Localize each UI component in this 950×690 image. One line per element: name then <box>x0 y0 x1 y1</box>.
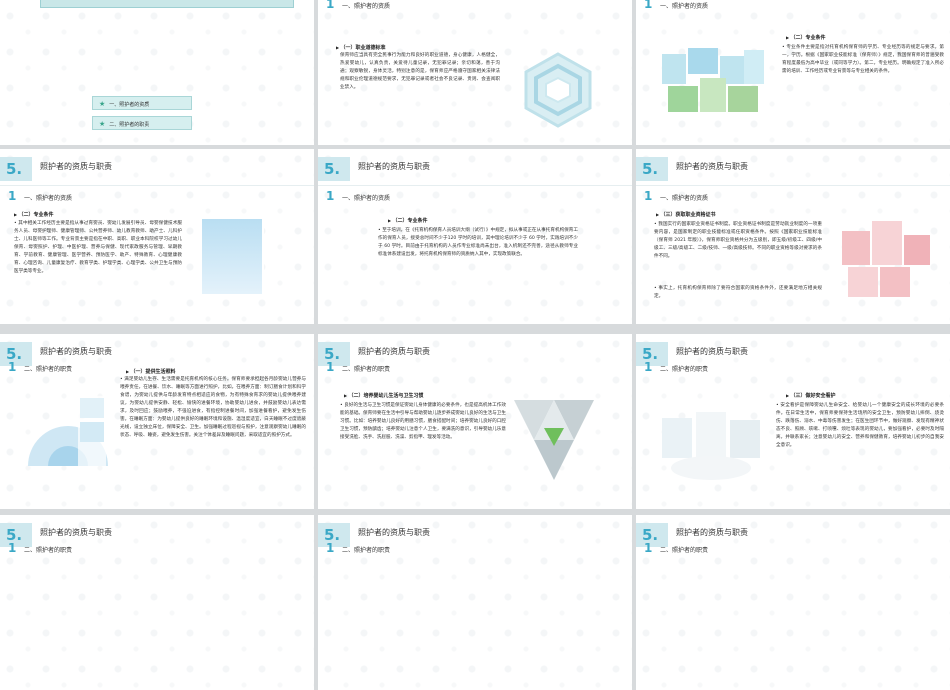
header-number: 5. <box>0 157 32 181</box>
section-number: 1 <box>8 189 17 203</box>
header-title: 照护者的资质与职责 <box>676 347 748 356</box>
bubble-decoration-icon <box>28 396 108 466</box>
subsection-title: （二）专业条件 <box>388 217 427 224</box>
paragraph: 其中相关工作经历主要是指从事过育婴员、婴幼儿发展引导员、母婴保健技术服务人员、母… <box>14 220 182 276</box>
subsection-title: （二）专业条件 <box>786 34 825 41</box>
slide-thumbnail-5[interactable]: 5. 照护者的资质与职责 1 一、照护者的资质 （二）专业条件 至于培训，在《托… <box>318 149 632 324</box>
hexagon-decoration-icon <box>524 52 592 128</box>
slide-thumbnail-2[interactable]: 1 一、照护者的资质 （一）职业道德标准 保育师应当具有完全民事行为能力和良好的… <box>318 0 632 145</box>
section-title: 二、照护者的职责 <box>342 547 391 554</box>
section-title: 一、照护者的资质 <box>342 195 391 202</box>
header-title: 照护者的资质与职责 <box>676 528 748 537</box>
section-title: 一、照护者的资质 <box>660 195 709 202</box>
slide-thumbnail-8[interactable]: 5. 照护者的资质与职责 1 二、照护者的职责 （二）培养婴幼儿生活与卫生习惯 … <box>318 334 632 509</box>
section-title: 二、照护者的职责 <box>24 547 73 554</box>
section-title: 一、照护者的资质 <box>660 3 709 10</box>
toc-item-label: 二、照护者的职责 <box>109 122 150 128</box>
section-number: 1 <box>644 360 653 374</box>
slide-thumbnail-3[interactable]: 1 一、照护者的资质 （二）专业条件 专业条件主要是指对托育机构保育师的学历、专… <box>636 0 950 145</box>
subsection-title: （一）职业道德标准 <box>336 44 385 51</box>
paragraph: 事实上，托育机构保育师除了要符合国家的资格条件外，还要满足地方相关规定。 <box>654 285 822 301</box>
paragraph: 至于培训，在《托育机构保育人员培训大纲（试行）》中规定，拟从事或正在从事托育机构… <box>378 227 578 259</box>
paragraph: 专业条件主要是指对托育机构保育师的学历、专业经历等的规定与要求。第一，学历。根据… <box>782 44 944 76</box>
subsection-title: （一）提供生活照料 <box>126 368 175 375</box>
toc-item-1[interactable]: ★ 一、照护者的资质 <box>92 96 192 110</box>
header-title: 照护者的资质与职责 <box>358 162 430 171</box>
slide-thumbnail-grid: ★一、照护者的资质 ★二、照护者的职责 1 一、照护者的资质 （一）职业道德标准… <box>0 0 950 690</box>
slide-thumbnail-toc[interactable]: ★ 一、照护者的资质 ★ 二、照护者的职责 <box>0 0 314 145</box>
section-number: 1 <box>326 360 335 374</box>
toc-item-2[interactable]: ★ 二、照护者的职责 <box>92 116 192 130</box>
subsection-title: （二）培养婴幼儿生活与卫生习惯 <box>344 392 423 399</box>
toc-item-label: 一、照护者的资质 <box>109 102 150 108</box>
header-number: 5. <box>318 157 350 181</box>
slide-thumbnail-10[interactable]: 5. 照护者的资质与职责 1 二、照护者的职责 <box>0 515 314 690</box>
cloud-blocks-decoration-icon <box>662 412 760 480</box>
slide-thumbnail-4[interactable]: 5. 照护者的资质与职责 1 一、照护者的资质 （二）专业条件 其中相关工作经历… <box>0 149 314 324</box>
section-title: 二、照护者的职责 <box>342 366 391 373</box>
slide-thumbnail-7[interactable]: 5. 照护者的资质与职责 1 二、照护者的职责 （一）提供生活照料 满足婴幼儿生… <box>0 334 314 509</box>
section-title: 一、照护者的资质 <box>342 3 391 10</box>
paragraph: 我国实行的国家职业资格证书制度。职业资格证书制度是劳动就业制度的一项重要内容，是… <box>654 221 822 261</box>
star-icon: ★ <box>99 120 106 128</box>
section-number: 1 <box>326 541 335 555</box>
subsection-title: （三）做好安全看护 <box>786 392 835 399</box>
section-number: 1 <box>8 541 17 555</box>
paragraph: 满足婴幼儿生存、生活需要是托育机构的核心任务。保育师要承担起各月龄婴幼儿营养与喂… <box>120 376 306 440</box>
header-number: 5. <box>636 157 668 181</box>
section-number: 1 <box>8 360 17 374</box>
section-number: 1 <box>326 0 335 11</box>
section-number: 1 <box>326 189 335 203</box>
header-divider <box>636 185 950 186</box>
sky-blocks-decoration-icon <box>662 48 764 112</box>
section-title: 二、照护者的职责 <box>24 366 73 373</box>
paragraph: 安全看护是保障婴幼儿生命安全、给婴幼儿一个健康安全的成长环境的必要条件。在日常生… <box>776 402 944 450</box>
header-divider <box>318 185 632 186</box>
pink-blocks-decoration-icon: ✦ <box>842 221 930 297</box>
section-title: 二、照护者的职责 <box>660 547 709 554</box>
header-title: 照护者的资质与职责 <box>676 162 748 171</box>
triangle-decoration-icon <box>514 400 594 480</box>
section-title: 一、照护者的资质 <box>24 195 73 202</box>
header-title: 照护者的资质与职责 <box>40 162 112 171</box>
svg-text:✦: ✦ <box>912 223 920 234</box>
subsection-title: （二）专业条件 <box>14 211 53 218</box>
header-title: 照护者的资质与职责 <box>358 528 430 537</box>
subsection-title: （三）获取职业资格证书 <box>656 211 715 218</box>
section-number: 1 <box>644 189 653 203</box>
section-number: 1 <box>644 541 653 555</box>
slide-thumbnail-9[interactable]: 5. 照护者的资质与职责 1 二、照护者的职责 （三）做好安全看护 安全看护是保… <box>636 334 950 509</box>
header-divider <box>0 185 314 186</box>
section-number: 1 <box>644 0 653 11</box>
paragraph: 良好的生活与卫生习惯是保证婴幼儿身体健康的必要条件，也是提高机体工作效能的基础。… <box>340 402 506 442</box>
curtain-decoration-icon <box>200 217 264 296</box>
header-title: 照护者的资质与职责 <box>40 528 112 537</box>
star-icon: ★ <box>99 100 106 108</box>
slide-thumbnail-12[interactable]: 5. 照护者的资质与职责 1 二、照护者的职责 <box>636 515 950 690</box>
paragraph: 保育师应当具有完全民事行为能力和良好的职业道德，身心健康，人格健全，热爱婴幼儿，… <box>340 53 500 90</box>
slide-thumbnail-6[interactable]: 5. 照护者的资质与职责 1 一、照护者的资质 （三）获取职业资格证书 我国实行… <box>636 149 950 324</box>
slide-thumbnail-11[interactable]: 5. 照护者的资质与职责 1 二、照护者的职责 <box>318 515 632 690</box>
header-title: 照护者的资质与职责 <box>358 347 430 356</box>
section-title: 二、照护者的职责 <box>660 366 709 373</box>
toc-banner <box>40 0 294 8</box>
header-title: 照护者的资质与职责 <box>40 347 112 356</box>
